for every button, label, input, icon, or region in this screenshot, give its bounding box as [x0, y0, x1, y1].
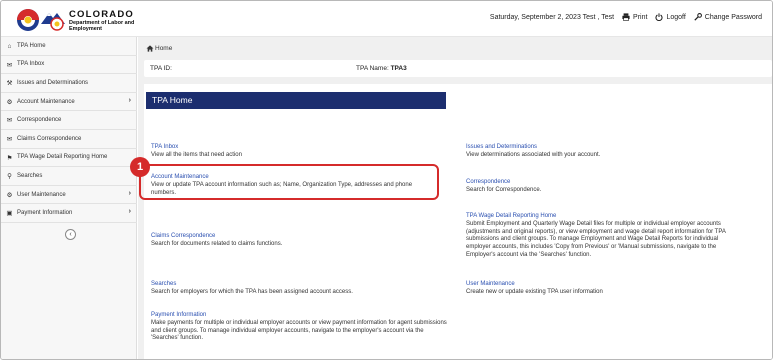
sidebar-item-claims-correspondence[interactable]: ✉ Claims Correspondence — [1, 130, 137, 149]
wage-detail-reporting-description: Submit Employment and Quarterly Wage Det… — [466, 220, 726, 258]
user-maintenance-link[interactable]: User Maintenance — [466, 281, 756, 289]
issues-determinations-section: Issues and Determinations View determina… — [466, 144, 756, 160]
sidebar-item-label: User Maintenance — [17, 191, 66, 198]
payment-information-section: Payment Information Make payments for mu… — [151, 312, 451, 343]
breadcrumb-home[interactable]: Home — [155, 45, 172, 52]
sidebar-item-payment-information[interactable]: ▣ Payment Information › — [1, 204, 137, 223]
envelope-icon: ✉ — [6, 61, 13, 69]
sidebar-item-tpa-inbox[interactable]: ✉ TPA Inbox — [1, 56, 137, 75]
content-panel: TPA Home TPA Inbox View all the items th… — [144, 84, 772, 359]
colorado-c-logo-icon — [17, 9, 65, 31]
main-area: Home TPA ID: TPA Name: TPA3 TPA Home TPA… — [130, 37, 772, 359]
payment-information-link[interactable]: Payment Information — [151, 312, 451, 320]
tpa-inbox-description: View all the items that need action — [151, 151, 242, 158]
correspondence-description: Search for Correspondence. — [466, 186, 542, 193]
sidebar-item-label: Issues and Determinations — [17, 79, 89, 86]
colorado-logo[interactable]: COLORADO Department of Labor and Employm… — [15, 7, 135, 33]
logo-subtitle: Department of Labor and Employment — [69, 20, 135, 32]
issues-determinations-description: View determinations associated with your… — [466, 151, 601, 158]
tpa-name-value: TPA3 — [390, 65, 407, 72]
searches-description: Search for employers for which the TPA h… — [151, 288, 353, 295]
wage-detail-reporting-section: TPA Wage Detail Reporting Home Submit Em… — [466, 213, 734, 260]
logo-title: COLORADO — [69, 9, 135, 20]
searches-section: Searches Search for employers for which … — [151, 281, 451, 297]
sidebar-item-label: Correspondence — [17, 117, 62, 124]
logoff-label: Logoff — [666, 13, 686, 21]
top-utility-bar: Saturday, September 2, 2023 Test , Test … — [490, 13, 762, 21]
home-icon: ⌂ — [7, 43, 12, 50]
user-maintenance-description: Create new or update existing TPA user i… — [466, 288, 603, 295]
sidebar-item-label: Claims Correspondence — [17, 135, 82, 142]
tpa-name: TPA Name: TPA3 — [356, 65, 407, 72]
chevron-right-icon: › — [128, 189, 131, 197]
correspondence-section: Correspondence Search for Correspondence… — [466, 179, 756, 195]
envelope-icon: ✉ — [6, 117, 13, 125]
tpa-info-bar: TPA ID: TPA Name: TPA3 — [144, 60, 772, 77]
print-icon — [622, 13, 630, 21]
sidebar-item-account-maintenance[interactable]: ⚙ Account Maintenance › — [1, 93, 137, 112]
tpa-inbox-link[interactable]: TPA Inbox — [151, 144, 441, 152]
envelope-icon: ✉ — [6, 136, 13, 143]
tpa-name-label: TPA Name: — [356, 65, 389, 72]
sidebar-item-label: Account Maintenance — [17, 98, 75, 105]
cogs-icon: ⚙ — [6, 191, 13, 199]
sidebar-item-label: TPA Wage Detail Reporting Home — [17, 154, 108, 161]
sidebar-item-label: Payment Information — [17, 210, 73, 217]
callout-number-badge: 1 — [130, 157, 150, 177]
change-password-link[interactable]: Change Password — [694, 13, 762, 21]
sidebar-item-issues-determinations[interactable]: ⚒ Issues and Determinations — [1, 74, 137, 93]
home-icon — [146, 45, 154, 52]
callout-highlight-box: 1 — [130, 157, 439, 200]
logoff-link[interactable]: Logoff — [655, 13, 686, 21]
claims-correspondence-description: Search for documents related to claims f… — [151, 240, 283, 247]
tpa-id-label: TPA ID: — [150, 65, 172, 72]
searches-link[interactable]: Searches — [151, 281, 451, 289]
sidebar-item-label: TPA Home — [17, 42, 46, 49]
power-icon — [655, 13, 663, 21]
wrench-icon: ⚒ — [6, 80, 13, 88]
sidebar: ⌂ TPA Home ✉ TPA Inbox ⚒ Issues and Dete… — [1, 37, 137, 359]
search-icon: ⚲ — [7, 173, 12, 181]
sidebar-item-wage-detail-reporting[interactable]: ⚑ TPA Wage Detail Reporting Home — [1, 149, 137, 168]
sidebar-item-tpa-home[interactable]: ⌂ TPA Home — [1, 37, 137, 56]
wage-detail-reporting-link[interactable]: TPA Wage Detail Reporting Home — [466, 213, 734, 221]
page-title: TPA Home — [146, 92, 446, 109]
money-icon: ▣ — [6, 210, 13, 218]
tpa-inbox-section: TPA Inbox View all the items that need a… — [151, 144, 441, 160]
header: COLORADO Department of Labor and Employm… — [1, 1, 772, 37]
date-user-text: Saturday, September 2, 2023 Test , Test — [489, 13, 615, 21]
print-link[interactable]: Print — [622, 13, 647, 21]
correspondence-link[interactable]: Correspondence — [466, 179, 756, 187]
issues-determinations-link[interactable]: Issues and Determinations — [466, 144, 756, 152]
chevron-right-icon: › — [128, 96, 131, 104]
cogs-icon: ⚙ — [6, 98, 13, 106]
sidebar-item-label: TPA Inbox — [17, 61, 45, 68]
claims-correspondence-section: Claims Correspondence Search for documen… — [151, 233, 441, 249]
breadcrumb[interactable]: Home — [146, 45, 172, 52]
app-window: COLORADO Department of Labor and Employm… — [0, 0, 773, 360]
change-password-label: Change Password — [704, 13, 762, 21]
chevron-right-icon: › — [128, 208, 131, 216]
payment-information-description: Make payments for multiple or individual… — [151, 319, 447, 342]
collapse-sidebar-button[interactable]: ‹ — [65, 229, 76, 240]
print-label: Print — [633, 13, 648, 21]
user-maintenance-section: User Maintenance Create new or update ex… — [466, 281, 756, 297]
flag-icon: ⚑ — [6, 154, 13, 162]
sidebar-item-user-maintenance[interactable]: ⚙ User Maintenance › — [1, 186, 137, 205]
sidebar-item-correspondence[interactable]: ✉ Correspondence — [1, 111, 137, 130]
wrench-icon — [694, 13, 702, 21]
sidebar-item-searches[interactable]: ⚲ Searches — [1, 167, 137, 186]
sidebar-item-label: Searches — [17, 172, 43, 179]
claims-correspondence-link[interactable]: Claims Correspondence — [151, 233, 441, 241]
